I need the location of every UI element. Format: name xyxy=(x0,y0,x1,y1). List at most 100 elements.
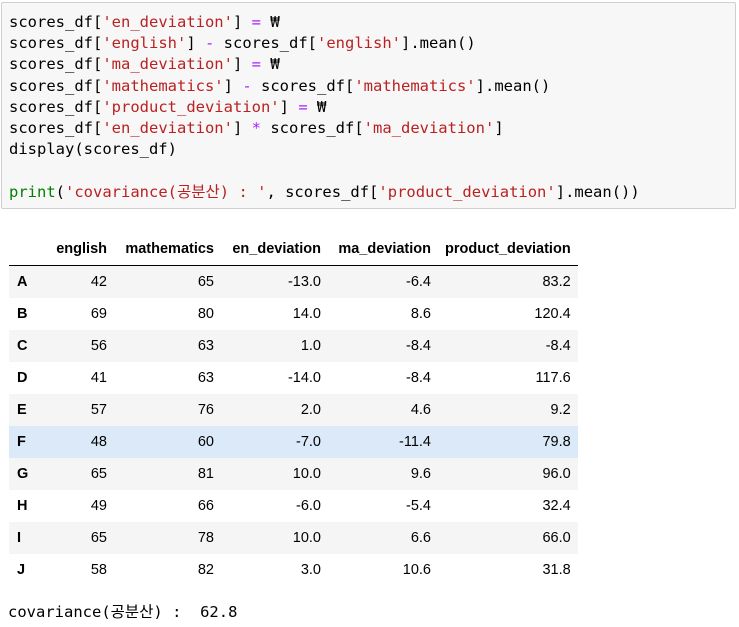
code-line: scores_df['mathematics'] - scores_df['ma… xyxy=(9,76,640,97)
table-cell: -6.0 xyxy=(296,498,321,514)
code-token: 'covariance(공분산) : ' xyxy=(65,182,267,201)
table-cell: 60 xyxy=(197,434,214,450)
code-token: scores_df[ xyxy=(9,76,103,95)
table-body: A 42 65 -13.0 -6.4 83.2 B 69 80 14.0 8.6 120.4 C 56 63… xyxy=(9,265,578,587)
row-index: J xyxy=(17,562,26,578)
table-cell: -13.0 xyxy=(287,274,321,290)
code-token: = xyxy=(251,13,261,31)
code-cell[interactable]: scores_df['en_deviation'] = ₩ scores_df['… xyxy=(1,2,736,209)
code-token: * xyxy=(251,118,261,137)
code-token: 'mathematics' xyxy=(102,76,224,95)
table-row: C 56 63 1.0 -8.4 -8.4 xyxy=(9,330,578,362)
table-cell: 9.6 xyxy=(410,466,431,482)
table-cell: -14.0 xyxy=(287,370,321,386)
table-cell: -8.4 xyxy=(406,370,431,386)
table-cell: 76 xyxy=(197,402,214,418)
print-output: covariance(공분산) : 62.8 xyxy=(8,603,238,621)
table-cell: 8.6 xyxy=(410,306,431,322)
table-cell: 2.0 xyxy=(300,402,321,418)
table-cell: 65 xyxy=(90,530,107,546)
code-token: ₩ xyxy=(307,97,327,116)
table-cell: 63 xyxy=(197,370,214,386)
row-index: H xyxy=(17,498,28,514)
code-token: - xyxy=(242,76,252,95)
table-cell: 78 xyxy=(197,530,214,546)
table-cell: 10.6 xyxy=(402,562,431,578)
table-row: G 65 81 10.0 9.6 96.0 xyxy=(9,458,578,490)
code-token: ( xyxy=(55,182,66,201)
code-token: ].mean() xyxy=(401,34,476,53)
table-cell: 31.8 xyxy=(542,562,571,578)
code-token: , scores_df[ xyxy=(266,182,379,201)
table-cell: -6.4 xyxy=(406,274,431,290)
table-cell: 10.0 xyxy=(292,530,321,546)
code-token: scores_df[ xyxy=(9,34,103,53)
column-header-english: english xyxy=(42,233,114,266)
code-token: ] xyxy=(232,118,252,137)
code-token: 'en_deviation' xyxy=(102,118,233,137)
table-row: H 49 66 -6.0 -5.4 32.4 xyxy=(9,490,578,522)
code-token: scores_df[ xyxy=(9,118,103,137)
row-index: G xyxy=(17,466,29,482)
code-token: ₩ xyxy=(261,55,280,74)
table-cell: 69 xyxy=(90,306,107,322)
table-cell: -7.0 xyxy=(296,434,321,450)
row-index: D xyxy=(17,370,28,386)
table-cell: 120.4 xyxy=(534,306,571,322)
code-token: scores_df[ xyxy=(251,76,355,95)
index-header xyxy=(9,233,42,266)
table-cell: 56 xyxy=(90,338,107,354)
code-token: = xyxy=(251,55,261,74)
table-cell: 32.4 xyxy=(542,498,571,514)
table-cell: 66 xyxy=(197,498,214,514)
code-token: - xyxy=(205,34,215,53)
code-line: display(scores_df) xyxy=(9,139,640,160)
row-index: I xyxy=(17,530,22,546)
table-cell: 65 xyxy=(90,466,107,482)
table-cell: 49 xyxy=(90,498,107,514)
table-cell: 41 xyxy=(90,370,107,386)
row-index: C xyxy=(17,338,28,354)
table-cell: 1.0 xyxy=(300,338,321,354)
code-token: ].mean()) xyxy=(555,182,640,201)
table-cell: -11.4 xyxy=(399,434,431,450)
table-cell: -8.4 xyxy=(545,338,571,354)
table-cell: 79.8 xyxy=(542,434,571,450)
code-token: 'english' xyxy=(102,34,187,53)
table-cell: 96.0 xyxy=(542,466,571,482)
table-cell: -5.4 xyxy=(406,498,431,514)
table-cell: 42 xyxy=(90,274,107,290)
code-line: scores_df['en_deviation'] = ₩ xyxy=(9,12,640,33)
code-token: 'ma_deviation' xyxy=(102,55,233,74)
table-row: E 57 76 2.0 4.6 9.2 xyxy=(9,394,578,426)
dataframe-output: english mathematics en_deviation ma_devi… xyxy=(9,233,578,586)
table-cell: 9.2 xyxy=(550,402,571,418)
code-line: scores_df['english'] - scores_df['englis… xyxy=(9,33,640,54)
table-cell: 80 xyxy=(197,306,214,322)
table-cell: -8.4 xyxy=(406,338,431,354)
table-row: I 65 78 10.0 6.6 66.0 xyxy=(9,522,578,554)
table-cell: 82 xyxy=(197,562,214,578)
code-token: scores_df[ xyxy=(214,34,317,53)
code-token: print xyxy=(9,182,56,201)
column-header-en-deviation: en_deviation xyxy=(221,233,328,266)
code-editor[interactable]: scores_df['en_deviation'] = ₩ scores_df['… xyxy=(9,12,640,203)
code-token: ] xyxy=(494,118,504,137)
code-token: 'ma_deviation' xyxy=(363,118,495,137)
table-cell: 14.0 xyxy=(292,306,321,322)
code-token: ].mean() xyxy=(475,76,551,95)
code-token: scores_df[ xyxy=(9,97,103,116)
table-row: F 48 60 -7.0 -11.4 79.8 xyxy=(9,426,578,458)
table-cell: 58 xyxy=(90,562,107,578)
code-line: scores_df['en_deviation'] * scores_df['m… xyxy=(9,118,640,139)
table-cell: 6.6 xyxy=(410,530,431,546)
column-header-mathematics: mathematics xyxy=(114,233,221,266)
code-token: scores_df[ xyxy=(261,118,364,137)
code-token: ] xyxy=(186,34,205,53)
table-cell: 63 xyxy=(197,338,214,354)
table-cell: 48 xyxy=(90,434,107,450)
code-token: ] xyxy=(232,55,252,74)
table-row: B 69 80 14.0 8.6 120.4 xyxy=(9,298,578,330)
table-cell: 117.6 xyxy=(535,370,571,386)
